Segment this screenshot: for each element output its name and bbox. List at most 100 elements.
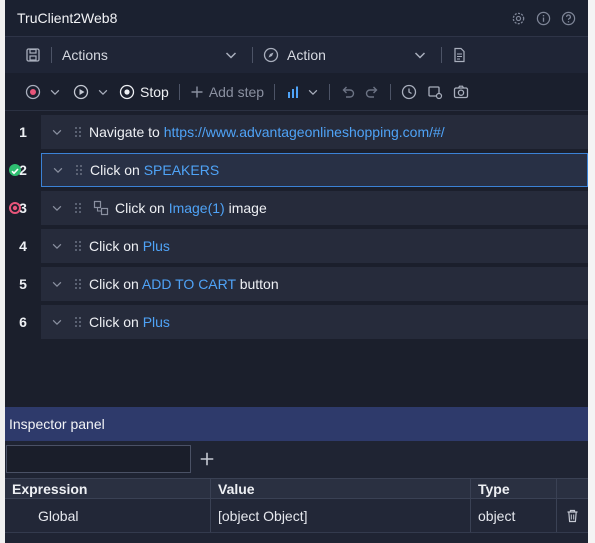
separator [178,83,180,100]
inspector-toolbar [5,441,588,477]
step-list: 1 Navigate to https://www.advantageonline… [5,111,588,407]
table-row[interactable]: Global [object Object] object [5,499,588,533]
column-header-actions [557,479,588,498]
column-header-value: Value [211,479,471,498]
add-step-button[interactable]: Add step [190,84,264,100]
step-action: Click on [89,238,143,254]
step-row[interactable]: Navigate to https://www.advantageonlines… [41,115,588,149]
expression-input[interactable] [6,445,191,473]
step-suffix: button [235,276,279,292]
step-row[interactable]: Click on ADD TO CART button [41,267,588,301]
breakpoint-icon[interactable] [9,202,21,214]
inspector-header: Inspector panel [5,407,588,441]
undo-icon[interactable] [340,84,356,100]
drag-handle-icon[interactable] [74,163,84,177]
stop-icon [119,84,135,99]
step-row[interactable]: Click on SPEAKERS [41,153,588,187]
step-target[interactable]: Plus [143,238,170,254]
step-row[interactable]: Click on Image(1) image [41,191,588,225]
step-text: Click on ADD TO CART button [89,276,279,292]
chevron-down-icon[interactable] [51,202,63,214]
drag-handle-icon[interactable] [73,239,83,253]
separator [329,83,331,100]
step-number: 6 [19,314,27,330]
add-step-label: Add step [208,83,265,100]
step-action: Navigate to [89,124,164,140]
chevron-down-icon[interactable] [97,86,109,98]
help-icon[interactable] [561,11,576,26]
step-text: Click on Image(1) image [115,200,267,216]
camera-icon[interactable] [453,84,469,100]
record-icon [25,84,41,99]
document-edit-icon[interactable] [452,47,468,63]
expression-table: Expression Value Type Global [object Obj… [5,478,588,533]
chevron-down-icon[interactable] [51,278,63,290]
screenshot-settings-icon[interactable] [427,84,443,100]
replay-button[interactable] [73,84,89,100]
column-header-type: Type [471,479,557,498]
chevron-down-icon [308,89,318,95]
drag-handle-icon[interactable] [73,201,83,215]
step-number: 4 [19,238,27,254]
add-expression-icon[interactable] [199,451,215,467]
separator [274,83,276,100]
step-target[interactable]: https://www.advantageonlineshopping.com/… [164,124,445,140]
object-identification-icon [93,200,109,216]
window-title: TruClient2Web8 [17,10,118,26]
save-icon[interactable] [25,47,41,63]
redo-icon[interactable] [364,84,380,100]
action-dropdown-label: Action [287,47,326,63]
step-text: Click on Plus [89,238,170,254]
step-target[interactable]: Image(1) [169,200,225,216]
step-suffix: image [224,200,267,216]
column-header-expression: Expression [5,479,211,498]
record-button[interactable] [25,84,41,100]
step-action: Click on [89,276,142,292]
info-icon[interactable] [536,11,551,26]
chevron-down-icon[interactable] [52,164,64,176]
compass-icon [263,47,279,63]
separator [252,47,253,63]
stop-button[interactable]: Stop [119,84,169,100]
drag-handle-icon[interactable] [73,315,83,329]
table-header: Expression Value Type [5,478,588,499]
clock-icon[interactable] [401,84,417,100]
section-dropdown[interactable]: Actions [62,47,238,63]
plus-icon [191,86,203,97]
separator [390,83,392,100]
stop-label: Stop [140,83,169,100]
step-number: 1 [19,124,27,140]
drag-handle-icon[interactable] [73,277,83,291]
step-text: Navigate to https://www.advantageonlines… [89,124,445,140]
drag-handle-icon[interactable] [73,125,83,139]
play-icon [73,84,89,99]
action-dropdown[interactable]: Action [287,47,427,63]
step-text: Click on Plus [89,314,170,330]
step-target[interactable]: SPEAKERS [144,162,219,178]
step-number: 5 [19,276,27,292]
step-action: Click on [115,200,169,216]
chevron-down-icon[interactable] [51,126,63,138]
value-cell: [object Object] [211,499,471,532]
step-row[interactable]: Click on Plus [41,305,588,339]
expression-cell: Global [5,499,211,532]
gear-icon[interactable] [511,11,526,26]
step-target[interactable]: ADD TO CART [142,276,236,292]
type-cell: object [471,499,557,532]
step-row[interactable]: Click on Plus [41,229,588,263]
step-passed-icon[interactable] [9,164,21,176]
inspector-panel: Inspector panel Expression Value Type Gl… [5,407,588,543]
chevron-down-icon [414,52,426,59]
bar-chart-icon [288,86,299,98]
step-target[interactable]: Plus [143,314,170,330]
chevron-down-icon[interactable] [49,86,61,98]
section-dropdown-label: Actions [62,47,108,63]
run-toolbar: Stop Add step [5,73,588,111]
separator [441,47,442,63]
chevron-down-icon[interactable] [51,316,63,328]
transactions-button[interactable] [285,84,319,100]
step-text: Click on SPEAKERS [90,162,219,178]
action-toolbar: Actions Action [5,37,588,73]
chevron-down-icon[interactable] [51,240,63,252]
trash-icon[interactable] [566,509,579,523]
